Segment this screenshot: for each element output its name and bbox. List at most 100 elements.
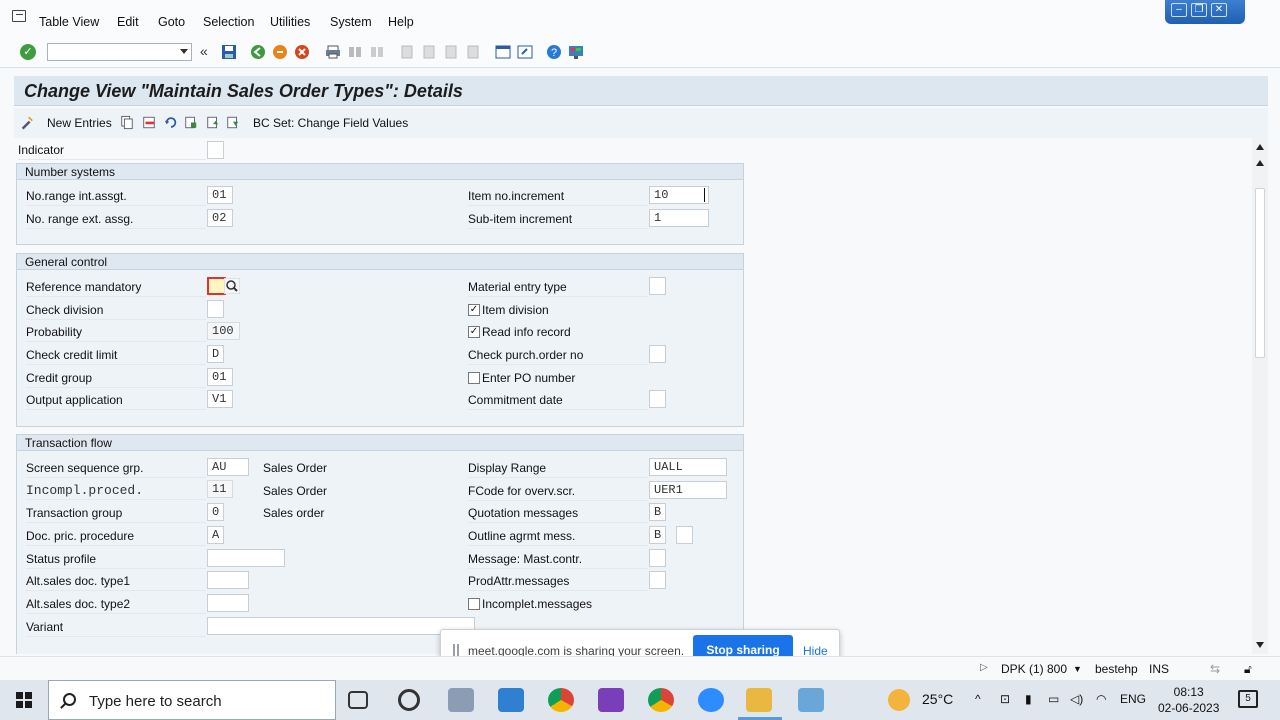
- remote-desktop-icon[interactable]: [498, 688, 524, 712]
- scroll-up-page-icon[interactable]: [1256, 160, 1264, 166]
- probability-field[interactable]: 100: [207, 322, 240, 340]
- exit-icon[interactable]: [272, 44, 288, 60]
- credit-group-field[interactable]: 01: [207, 368, 233, 386]
- display-range-field[interactable]: UALL: [649, 458, 727, 476]
- menu-utilities[interactable]: Utilities: [270, 15, 310, 29]
- no-range-int-field[interactable]: 01: [207, 186, 233, 204]
- system-info[interactable]: DPK (1) 800: [1001, 662, 1067, 676]
- undo-change-icon[interactable]: [164, 115, 178, 130]
- bc-set-change-field-values-button[interactable]: BC Set: Change Field Values: [253, 116, 408, 130]
- enter-po-number-checkbox[interactable]: [468, 372, 480, 384]
- status-profile-field[interactable]: [207, 549, 285, 567]
- scroll-down-icon[interactable]: [1256, 642, 1264, 648]
- previous-entry-icon[interactable]: [206, 115, 220, 130]
- output-application-field[interactable]: V1: [207, 390, 233, 408]
- microphone-icon[interactable]: ▮: [1025, 692, 1032, 706]
- task-view-icon[interactable]: [348, 691, 368, 709]
- chevron-up-icon[interactable]: ^: [975, 692, 981, 706]
- commitment-date-field[interactable]: [649, 390, 666, 408]
- lock-icon[interactable]: 🔓︎: [1244, 662, 1252, 677]
- prodattr-messages-field[interactable]: [649, 571, 666, 589]
- search-help-icon[interactable]: [224, 278, 240, 294]
- notepad-icon[interactable]: [798, 688, 824, 712]
- taskbar-search-box[interactable]: Type here to search: [48, 680, 336, 720]
- message-mast-contr-field[interactable]: [649, 549, 666, 567]
- transaction-group-field[interactable]: 0: [207, 503, 224, 521]
- app-icon[interactable]: [448, 688, 474, 712]
- new-session-icon[interactable]: [495, 44, 511, 60]
- delete-icon[interactable]: [142, 115, 156, 130]
- print-icon[interactable]: [325, 44, 341, 60]
- battery-icon[interactable]: ▭: [1048, 692, 1059, 706]
- check-purch-order-field[interactable]: [649, 345, 666, 363]
- system-menu-icon[interactable]: [12, 10, 26, 22]
- cancel-icon[interactable]: [294, 44, 310, 60]
- close-icon[interactable]: ✕: [1211, 3, 1227, 17]
- menu-system[interactable]: System: [330, 15, 372, 29]
- status-layout-icon[interactable]: ⇆: [1210, 662, 1220, 676]
- item-no-increment-field[interactable]: 10: [649, 186, 709, 204]
- input-language[interactable]: ENG: [1120, 692, 1146, 706]
- system-clock[interactable]: 08:13 02-06-2023: [1158, 684, 1219, 716]
- collapse-icon[interactable]: «: [200, 44, 216, 60]
- help-icon[interactable]: ?: [546, 44, 562, 60]
- material-entry-type-field[interactable]: [649, 277, 666, 295]
- zoom-icon[interactable]: [698, 688, 724, 712]
- no-range-ext-field[interactable]: 02: [207, 209, 233, 227]
- cortana-icon[interactable]: [398, 689, 420, 711]
- chevron-down-icon[interactable]: [180, 49, 188, 54]
- sub-item-increment-field[interactable]: 1: [649, 209, 709, 227]
- new-entries-icon[interactable]: [20, 115, 34, 130]
- command-field[interactable]: [47, 43, 192, 61]
- enter-check-icon[interactable]: ✓: [20, 44, 36, 60]
- minimize-icon[interactable]: –: [1171, 3, 1187, 17]
- scroll-thumb[interactable]: [1255, 188, 1265, 358]
- chrome-profile-icon[interactable]: [648, 688, 674, 712]
- scroll-up-icon[interactable]: [1256, 144, 1264, 150]
- indicator-field[interactable]: [207, 141, 224, 159]
- network-icon[interactable]: ⊡: [1000, 692, 1010, 706]
- outline-agrmt-extra-field[interactable]: [676, 526, 693, 544]
- system-info-dropdown-icon[interactable]: ▼: [1073, 664, 1082, 674]
- alt-sales-doc-type2-field[interactable]: [207, 594, 249, 612]
- vertical-scrollbar[interactable]: [1252, 138, 1268, 654]
- weather-icon[interactable]: [888, 689, 910, 711]
- fcode-overview-field[interactable]: UER1: [649, 481, 727, 499]
- copy-as-icon[interactable]: [120, 115, 134, 130]
- variant-field[interactable]: [207, 617, 475, 635]
- check-division-field[interactable]: [207, 300, 224, 318]
- chrome-icon[interactable]: [548, 688, 574, 712]
- windows-start-icon[interactable]: [16, 692, 32, 708]
- screen-sequence-field[interactable]: AU: [207, 458, 249, 476]
- select-all-icon[interactable]: [184, 115, 198, 130]
- incompl-proced-field[interactable]: 11: [207, 480, 233, 498]
- alt-sales-doc-type1-field[interactable]: [207, 571, 249, 589]
- customize-layout-icon[interactable]: [568, 44, 584, 60]
- new-entries-button[interactable]: New Entries: [47, 116, 112, 130]
- incomplet-messages-checkbox[interactable]: [468, 598, 480, 610]
- quotation-messages-field[interactable]: B: [649, 503, 666, 521]
- back-icon[interactable]: [250, 44, 266, 60]
- check-credit-limit-field[interactable]: D: [207, 345, 224, 363]
- volume-icon[interactable]: ◁): [1070, 692, 1083, 706]
- sap-logon-icon[interactable]: [746, 688, 772, 712]
- weather-temperature[interactable]: 25°C: [922, 691, 953, 707]
- next-entry-icon[interactable]: [226, 115, 240, 130]
- wifi-icon[interactable]: ◠: [1096, 692, 1106, 706]
- notification-icon[interactable]: 5: [1238, 690, 1258, 708]
- status-play-icon[interactable]: ▷: [980, 662, 988, 673]
- item-division-checkbox[interactable]: ✓: [468, 304, 480, 316]
- doc-pric-procedure-field[interactable]: A: [207, 526, 224, 544]
- menu-selection[interactable]: Selection: [203, 15, 254, 29]
- save-icon[interactable]: [221, 44, 237, 60]
- find-icon: [349, 47, 361, 57]
- restore-icon[interactable]: ❐: [1191, 3, 1207, 17]
- read-info-record-checkbox[interactable]: ✓: [468, 326, 480, 338]
- shortcut-icon[interactable]: [517, 44, 533, 60]
- menu-goto[interactable]: Goto: [158, 15, 185, 29]
- menu-table-view[interactable]: Table View: [39, 15, 99, 29]
- outline-agrmt-field[interactable]: B: [649, 526, 666, 544]
- video-editor-icon[interactable]: [598, 688, 624, 712]
- menu-help[interactable]: Help: [388, 15, 414, 29]
- menu-edit[interactable]: Edit: [117, 15, 139, 29]
